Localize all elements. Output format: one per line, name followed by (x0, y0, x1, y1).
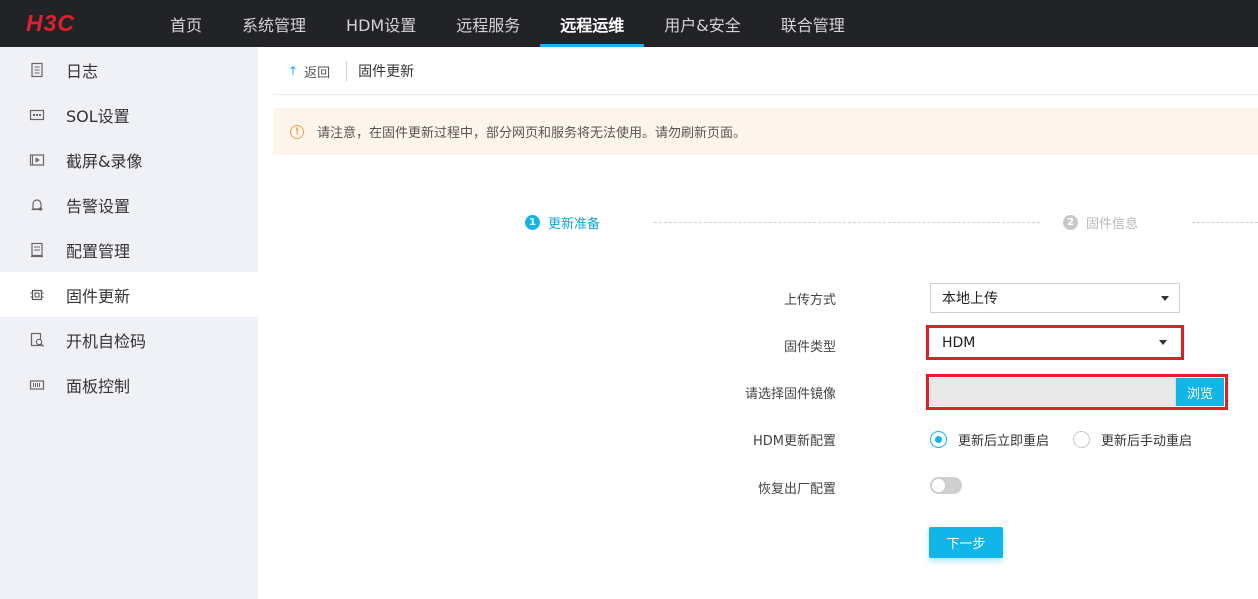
step-connector (654, 222, 1040, 223)
radio-dot (1073, 431, 1090, 448)
main-nav: 首页 系统管理 HDM设置 远程服务 远程运维 用户&安全 联合管理 (150, 0, 865, 47)
step-number: 2 (1063, 215, 1078, 230)
caret-down-icon (1159, 340, 1167, 345)
notice-banner: ! 请注意，在固件更新过程中，部分网页和服务将无法使用。请勿刷新页面。 (273, 108, 1258, 155)
caret-down-icon (1161, 296, 1169, 301)
sidebar-item-alarm-settings[interactable]: 告警设置 (0, 182, 258, 227)
nav-federation-management[interactable]: 联合管理 (761, 0, 865, 47)
firmware-image-label: 请选择固件镜像 (744, 387, 836, 402)
upload-method-select[interactable]: 本地上传 (930, 283, 1180, 313)
upload-method-label: 上传方式 (783, 293, 836, 308)
restore-factory-label: 恢复出厂配置 (757, 482, 836, 497)
step-number: 1 (525, 215, 540, 230)
upload-method-value: 本地上传 (942, 291, 998, 307)
step-connector (1192, 222, 1258, 223)
post-code-icon (28, 331, 46, 349)
step-firmware-info: 2 固件信息 (1063, 213, 1138, 232)
firmware-image-input[interactable] (930, 378, 1176, 406)
sidebar-item-firmware-update[interactable]: 固件更新 (0, 272, 258, 317)
config-icon (28, 241, 46, 259)
firmware-type-select[interactable]: HDM (930, 329, 1178, 356)
back-button[interactable]: ↑ 返回 (288, 62, 330, 81)
nav-remote-service[interactable]: 远程服务 (436, 0, 540, 47)
firmware-type-value: HDM (942, 334, 976, 351)
sidebar-item-label: 日志 (66, 61, 99, 81)
main-content: ↑ 返回 固件更新 ! 请注意，在固件更新过程中，部分网页和服务将无法使用。请勿… (258, 47, 1258, 599)
firmware-type-label: 固件类型 (783, 340, 836, 355)
step-update-preparation: 1 更新准备 (525, 213, 600, 232)
next-step-button[interactable]: 下一步 (929, 527, 1003, 558)
sidebar-item-panel-control[interactable]: 面板控制 (0, 362, 258, 407)
logo-text: H3C (26, 10, 76, 36)
back-label: 返回 (304, 65, 331, 81)
radio-label: 更新后立即重启 (958, 434, 1050, 449)
nav-hdm-settings[interactable]: HDM设置 (326, 0, 436, 47)
h3c-logo[interactable]: H3C (0, 0, 150, 47)
toggle-knob (932, 479, 945, 492)
alarm-icon (28, 196, 46, 214)
page-title: 固件更新 (358, 64, 415, 80)
radio-restart-manually[interactable]: 更新后手动重启 (1073, 430, 1192, 449)
radio-dot (930, 431, 947, 448)
step-label: 固件信息 (1086, 217, 1139, 232)
sidebar-item-label: 面板控制 (66, 376, 131, 396)
browse-button[interactable]: 浏览 (1176, 378, 1224, 406)
breadcrumb-separator (346, 61, 348, 81)
sol-icon (28, 106, 46, 124)
panel-icon (28, 376, 46, 394)
header-divider (273, 94, 1258, 95)
log-icon (28, 61, 46, 79)
nav-system-management[interactable]: 系统管理 (222, 0, 326, 47)
notice-text: 请注意，在固件更新过程中，部分网页和服务将无法使用。请勿刷新页面。 (317, 126, 747, 141)
sidebar-item-label: 截屏&录像 (66, 151, 143, 171)
chip-icon (28, 286, 46, 304)
sidebar-item-config-management[interactable]: 配置管理 (0, 227, 258, 272)
nav-remote-maintenance[interactable]: 远程运维 (540, 0, 645, 47)
breadcrumb: ↑ 返回 固件更新 (288, 60, 414, 82)
warning-icon: ! (290, 124, 304, 139)
back-arrow-icon: ↑ (288, 64, 299, 78)
top-navbar: H3C 首页 系统管理 HDM设置 远程服务 远程运维 用户&安全 联合管理 (0, 0, 1258, 47)
sidebar-item-post-code[interactable]: 开机自检码 (0, 317, 258, 362)
sidebar-item-label: 固件更新 (66, 286, 131, 306)
radio-restart-immediately[interactable]: 更新后立即重启 (930, 430, 1049, 449)
nav-user-security[interactable]: 用户&安全 (644, 0, 760, 47)
hdm-update-config-label: HDM更新配置 (752, 434, 836, 449)
sidebar-item-label: 配置管理 (66, 241, 131, 261)
video-icon (28, 151, 46, 169)
radio-label: 更新后手动重启 (1101, 434, 1193, 449)
sidebar-item-label: SOL设置 (66, 106, 130, 126)
step-label: 更新准备 (548, 217, 601, 232)
sidebar-item-label: 开机自检码 (66, 331, 147, 351)
nav-home[interactable]: 首页 (150, 0, 222, 47)
sidebar-item-sol-settings[interactable]: SOL设置 (0, 92, 258, 137)
sidebar-item-screenshot-video[interactable]: 截屏&录像 (0, 137, 258, 182)
sidebar: 日志 SOL设置 截屏&录像 告警设置 配置管理 固件更新 开机自检码 面板控制 (0, 47, 258, 599)
restore-factory-toggle[interactable] (930, 477, 962, 494)
sidebar-item-label: 告警设置 (66, 196, 131, 216)
sidebar-item-log[interactable]: 日志 (0, 47, 258, 92)
